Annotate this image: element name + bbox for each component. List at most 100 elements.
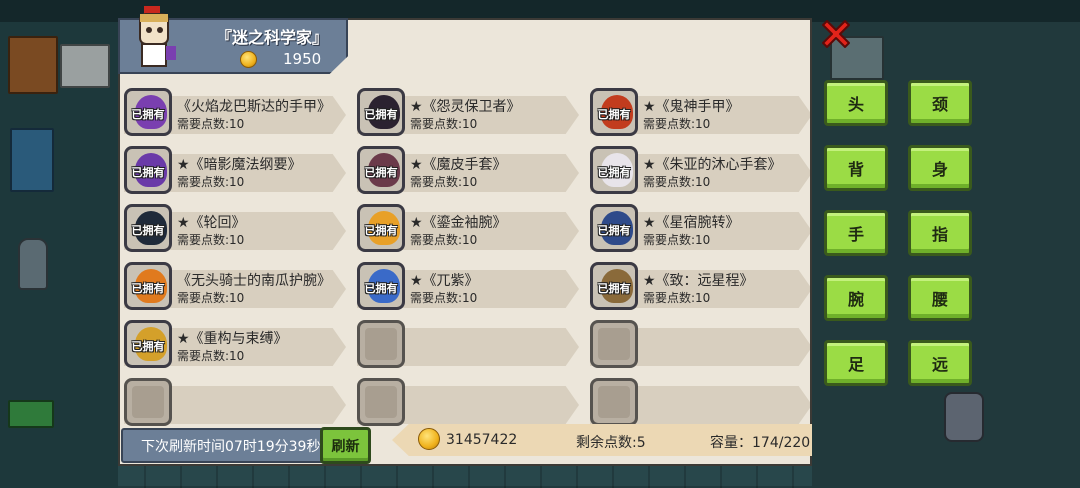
owned-badge: 已拥有 — [131, 166, 165, 179]
shop-item[interactable]: 已拥有 ★《兀紫》需要点数:10 — [353, 262, 585, 310]
owned-badge: 已拥有 — [131, 282, 165, 295]
item-name: ★《兀紫》 — [410, 273, 479, 289]
merchant-price: 1950 — [283, 50, 322, 68]
item-cost: 需要点数:10 — [410, 291, 478, 305]
item-name: ★《致：远星程》 — [643, 273, 754, 289]
item-name: 《无头骑士的南瓜护腕》 — [177, 273, 331, 289]
shop-item[interactable]: 已拥有 ★《鬼神手甲》 需要点数:10 — [586, 88, 810, 136]
owned-badge: 已拥有 — [131, 224, 165, 237]
item-icon: 已拥有 — [357, 262, 405, 310]
slot-button-body[interactable]: 身 — [908, 145, 972, 191]
item-icon: 已拥有 — [590, 204, 638, 252]
item-cost: 需要点数:10 — [643, 117, 711, 131]
shop-item[interactable]: 已拥有 ★《暗影魔法纲要》 需要点数:10 — [120, 146, 352, 194]
merchant-name: 『迷之科学家』 — [216, 28, 329, 47]
empty-item-slot[interactable] — [120, 378, 352, 426]
item-icon: 已拥有 — [124, 204, 172, 252]
item-icon: 已拥有 — [124, 88, 172, 136]
slot-button-ranged[interactable]: 远 — [908, 340, 972, 386]
empty-slot-icon — [357, 320, 405, 368]
item-name: ★《暗影魔法纲要》 — [177, 157, 302, 173]
capacity: 容量：174/220 — [710, 435, 811, 451]
item-icon: 已拥有 — [357, 146, 405, 194]
item-cost: 需要点数:10 — [177, 175, 245, 189]
item-cost: 需要点数:10 — [177, 349, 245, 363]
shop-item[interactable]: 已拥有 ★《致：远星程》 需要点数:10 — [586, 262, 810, 310]
item-icon: 已拥有 — [357, 204, 405, 252]
item-icon: 已拥有 — [590, 146, 638, 194]
owned-badge: 已拥有 — [364, 166, 398, 179]
empty-slot-icon — [590, 378, 638, 426]
item-name: ★《鎏金袖腕》 — [410, 215, 507, 231]
owned-badge: 已拥有 — [364, 282, 398, 295]
empty-item-slot[interactable] — [353, 320, 585, 368]
close-icon — [822, 20, 850, 48]
slot-button-neck[interactable]: 颈 — [908, 80, 972, 126]
shop-item[interactable]: 已拥有 《火焰龙巴斯达的手甲》 需要点数:10 — [120, 88, 352, 136]
item-icon: 已拥有 — [124, 146, 172, 194]
shop-item[interactable]: 已拥有 《无头骑士的南瓜护腕》 需要点数:10 — [120, 262, 352, 310]
refresh-button[interactable]: 刷新 — [320, 427, 371, 464]
shop-item[interactable]: 已拥有 ★《朱亚的沐心手套》 需要点数:10 — [586, 146, 810, 194]
item-icon: 已拥有 — [590, 88, 638, 136]
shop-item[interactable]: 已拥有 ★《轮回》需要点数:10 — [120, 204, 352, 252]
empty-item-slot[interactable] — [353, 378, 585, 426]
item-name: ★《星宿腕转》 — [643, 215, 740, 231]
owned-badge: 已拥有 — [364, 224, 398, 237]
item-icon: 已拥有 — [357, 88, 405, 136]
merchant-avatar — [130, 6, 180, 72]
slot-button-wrist[interactable]: 腕 — [824, 275, 888, 321]
background-cabinet — [8, 36, 58, 94]
owned-badge: 已拥有 — [597, 108, 631, 121]
slot-button-finger[interactable]: 指 — [908, 210, 972, 256]
item-cost: 需要点数:10 — [410, 233, 478, 247]
gold-coin-icon — [240, 51, 257, 68]
item-cost: 需要点数:10 — [410, 117, 478, 131]
empty-slot-icon — [357, 378, 405, 426]
item-name: ★《魔皮手套》 — [410, 157, 507, 173]
owned-badge: 已拥有 — [597, 282, 631, 295]
owned-badge: 已拥有 — [364, 108, 398, 121]
owned-badge: 已拥有 — [131, 108, 165, 121]
shop-item[interactable]: 已拥有 ★《魔皮手套》 需要点数:10 — [353, 146, 585, 194]
item-name: ★《鬼神手甲》 — [643, 99, 740, 115]
empty-slot-icon — [124, 378, 172, 426]
owned-badge: 已拥有 — [131, 340, 165, 353]
shop-item[interactable]: 已拥有 ★《星宿腕转》 需要点数:10 — [586, 204, 810, 252]
item-cost: 需要点数:10 — [177, 233, 245, 247]
item-name: ★《怨灵保卫者》 — [410, 99, 521, 115]
item-icon: 已拥有 — [124, 262, 172, 310]
slot-button-back[interactable]: 背 — [824, 145, 888, 191]
empty-item-slot[interactable] — [586, 320, 810, 368]
shop-item[interactable]: 已拥有 ★《鎏金袖腕》 需要点数:10 — [353, 204, 585, 252]
item-cost: 需要点数:10 — [177, 117, 245, 131]
background-chair — [10, 128, 54, 192]
slot-button-feet[interactable]: 足 — [824, 340, 888, 386]
shop-item[interactable]: 已拥有 ★《怨灵保卫者》 需要点数:10 — [353, 88, 585, 136]
refresh-timer-text: 下次刷新时间07时19分39秒 — [141, 439, 321, 455]
close-button[interactable] — [818, 16, 854, 52]
item-cost: 需要点数:10 — [643, 233, 711, 247]
item-cost: 需要点数:10 — [177, 291, 245, 305]
item-grid: 已拥有 《火焰龙巴斯达的手甲》 需要点数:10 已拥有 ★《怨灵保卫者》 需要点数:10 已… — [120, 84, 810, 434]
empty-slot-icon — [590, 320, 638, 368]
gold-amount: 31457422 — [446, 432, 518, 448]
item-name: ★《朱亚的沐心手套》 — [643, 157, 782, 173]
item-cost: 需要点数:10 — [643, 291, 711, 305]
background-machine — [60, 44, 110, 88]
empty-item-slot[interactable] — [586, 378, 810, 426]
item-icon: 已拥有 — [124, 320, 172, 368]
item-name: ★《轮回》 — [177, 215, 246, 231]
item-icon: 已拥有 — [590, 262, 638, 310]
slot-button-hand[interactable]: 手 — [824, 210, 888, 256]
shop-item[interactable]: 已拥有 ★《重构与束缚》 需要点数:10 — [120, 320, 352, 368]
item-name: 《火焰龙巴斯达的手甲》 — [177, 99, 331, 115]
shop-panel: 已拥有 《火焰龙巴斯达的手甲》 需要点数:10 已拥有 ★《怨灵保卫者》 需要点数:10 已… — [118, 18, 812, 466]
slot-button-head[interactable]: 头 — [824, 80, 888, 126]
background-vase — [18, 238, 48, 290]
slot-button-waist[interactable]: 腰 — [908, 275, 972, 321]
owned-badge: 已拥有 — [597, 166, 631, 179]
background-robot — [944, 392, 984, 442]
item-cost: 需要点数:10 — [643, 175, 711, 189]
gold-coin-icon — [418, 428, 440, 450]
